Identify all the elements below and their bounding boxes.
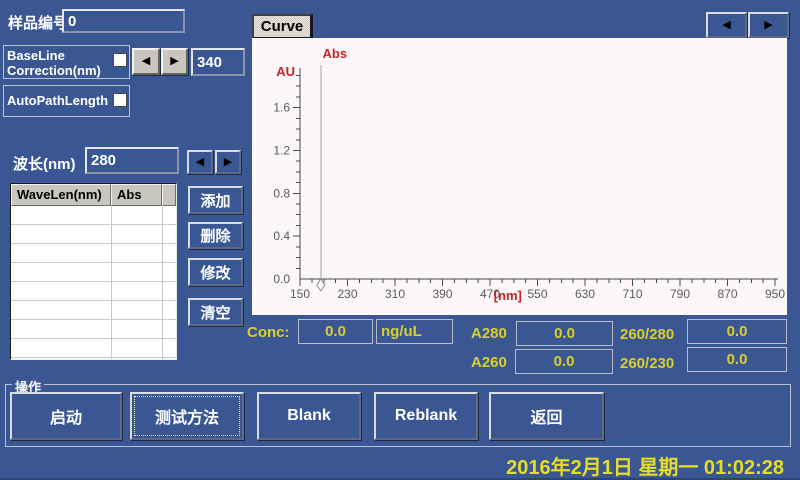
svg-text:0.0: 0.0 (273, 272, 290, 286)
modify-button[interactable]: 修改 (188, 258, 243, 286)
absorbance-chart-panel[interactable]: 1502303103904705506307107908709500.40.81… (252, 38, 787, 315)
delete-button[interactable]: 删除 (188, 222, 243, 249)
instrument-screen: 样品编号 BaseLine Correction(nm) ◀ ▶ AutoPat… (0, 0, 800, 480)
curve-scroll-left-button[interactable]: ◀ (706, 12, 747, 38)
baseline-correction-box: BaseLine Correction(nm) (3, 45, 130, 79)
back-button[interactable]: 返回 (489, 392, 604, 440)
autopathlength-checkbox[interactable] (113, 93, 127, 107)
conc-unit[interactable]: ng/uL (376, 319, 453, 344)
svg-text:0.4: 0.4 (273, 229, 290, 243)
blank-button[interactable]: Blank (257, 392, 361, 440)
ratio-260-280-value: 0.0 (687, 319, 787, 344)
a260-label: A260 (471, 354, 507, 371)
reblank-button[interactable]: Reblank (374, 392, 478, 440)
datetime-display: 2016年2月1日 星期一 01:02:28 (506, 451, 784, 480)
svg-text:630: 630 (575, 287, 595, 301)
wavelength-increment-button[interactable]: ▶ (215, 150, 241, 174)
start-button[interactable]: 启动 (10, 392, 122, 440)
conc-value: 0.0 (298, 319, 373, 344)
left-arrow-icon: ◀ (722, 20, 730, 31)
sample-number-label: 样品编号 (8, 12, 68, 33)
table-grid-line (162, 206, 163, 359)
clear-button[interactable]: 清空 (188, 298, 243, 326)
curve-scroll-right-button[interactable]: ▶ (748, 12, 789, 38)
right-arrow-icon: ▶ (224, 157, 232, 168)
baseline-decrement-button[interactable]: ◀ (132, 48, 160, 75)
svg-text:1.6: 1.6 (273, 101, 290, 115)
wavelength-decrement-button[interactable]: ◀ (187, 150, 213, 174)
ratio-260-280-label: 260/280 (620, 326, 674, 343)
left-arrow-icon: ◀ (142, 56, 150, 67)
column-header-abs: Abs (111, 184, 162, 206)
svg-text:150: 150 (290, 287, 310, 301)
wavelength-label: 波长(nm) (13, 153, 76, 174)
svg-text:230: 230 (337, 287, 357, 301)
svg-text:790: 790 (670, 287, 690, 301)
wavelength-table-body[interactable] (11, 206, 176, 359)
baseline-correction-checkbox[interactable] (113, 53, 127, 67)
column-header-wavelen: WaveLen(nm) (11, 184, 111, 206)
svg-text:390: 390 (432, 287, 452, 301)
conc-label: Conc: (247, 324, 290, 341)
a280-value: 0.0 (516, 321, 613, 346)
wavelength-table-header: WaveLen(nm) Abs (11, 184, 176, 206)
tab-curve[interactable]: Curve (252, 14, 313, 39)
wavelength-table[interactable]: WaveLen(nm) Abs (10, 183, 177, 360)
svg-text:870: 870 (717, 287, 737, 301)
svg-text:550: 550 (527, 287, 547, 301)
a260-value: 0.0 (515, 349, 613, 374)
right-arrow-icon: ▶ (764, 20, 772, 31)
column-header-filler (162, 184, 176, 206)
svg-text:Abs: Abs (323, 46, 348, 61)
svg-text:AU: AU (276, 64, 295, 79)
baseline-increment-button[interactable]: ▶ (161, 48, 188, 75)
svg-text:710: 710 (622, 287, 642, 301)
ratio-260-230-label: 260/230 (620, 355, 674, 372)
baseline-wavelength-input[interactable] (191, 48, 245, 76)
svg-text:950: 950 (765, 287, 785, 301)
ratio-260-230-value: 0.0 (687, 347, 787, 372)
svg-text:1.2: 1.2 (273, 143, 290, 157)
svg-text:0.8: 0.8 (273, 186, 290, 200)
test-method-button[interactable]: 测试方法 (130, 392, 244, 440)
absorbance-chart[interactable]: 1502303103904705506307107908709500.40.81… (252, 38, 787, 315)
svg-text:[nm]: [nm] (494, 288, 522, 303)
add-button[interactable]: 添加 (188, 186, 243, 214)
svg-text:310: 310 (385, 287, 405, 301)
autopathlength-label: AutoPathLength (4, 86, 129, 116)
left-arrow-icon: ◀ (196, 157, 204, 168)
baseline-label-line1: BaseLine (7, 48, 129, 63)
right-arrow-icon: ▶ (170, 56, 178, 67)
a280-label: A280 (471, 325, 507, 342)
sample-number-input[interactable] (62, 9, 185, 33)
table-grid-line (111, 206, 112, 359)
baseline-label-line2: Correction(nm) (7, 63, 129, 78)
autopathlength-box: AutoPathLength (3, 85, 130, 117)
wavelength-input[interactable] (85, 147, 179, 174)
